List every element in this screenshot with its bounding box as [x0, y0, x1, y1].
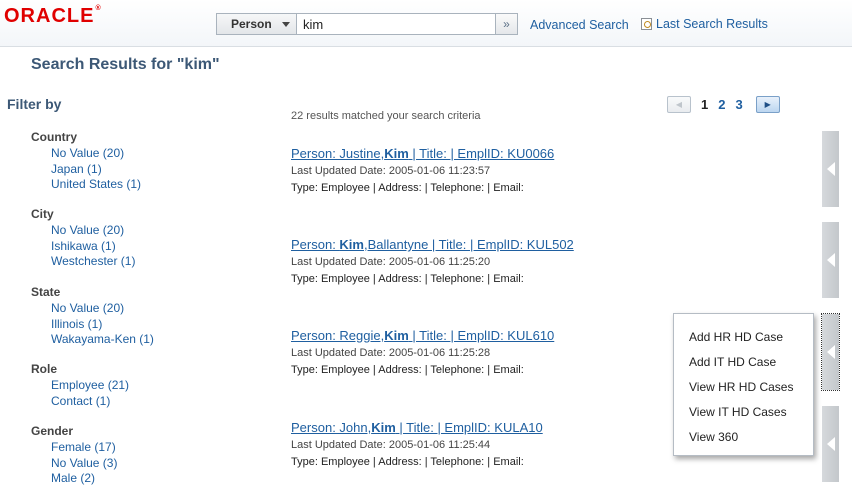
result-details: Type: Employee | Address: | Telephone: |… [291, 273, 524, 285]
filter-item[interactable]: Contact (1) [51, 394, 129, 410]
filter-group-title: Role [31, 362, 58, 376]
related-actions-tab[interactable] [822, 406, 839, 482]
filter-item[interactable]: No Value (20) [51, 301, 154, 317]
result-date: Last Updated Date: 2005-01-06 11:23:57 [291, 165, 491, 177]
filter-item[interactable]: No Value (20) [51, 146, 141, 162]
search-type-select[interactable]: Person [216, 13, 296, 35]
filter-item[interactable]: Illinois (1) [51, 317, 154, 333]
filter-item[interactable]: United States (1) [51, 177, 141, 193]
filter-group-gender: Gender Female (17) No Value (3) Male (2) [31, 424, 117, 487]
filter-item[interactable]: Wakayama-Ken (1) [51, 332, 154, 348]
last-search-results-label: Last Search Results [656, 17, 768, 31]
filter-item[interactable]: Male (2) [51, 471, 117, 487]
search-result: Person: Justine,Kim | Title: | EmplID: K… [291, 146, 554, 194]
header-bar: ORACLE® Person » Advanced Search Last Se… [0, 0, 852, 47]
page-number-current: 1 [701, 97, 709, 112]
double-chevron-right-icon: » [503, 17, 510, 31]
prev-page-button[interactable]: ◀ [667, 96, 691, 113]
search-type-label: Person [231, 17, 272, 31]
page-title: Search Results for "kim" [31, 56, 220, 73]
filter-group-state: State No Value (20) Illinois (1) Wakayam… [31, 285, 154, 348]
page-number-link[interactable]: 2 [718, 97, 725, 112]
page-number-link[interactable]: 3 [735, 97, 742, 112]
filter-item[interactable]: Westchester (1) [51, 254, 135, 270]
menu-item-add-it-hd-case[interactable]: Add IT HD Case [674, 350, 813, 375]
filter-item[interactable]: Japan (1) [51, 162, 141, 178]
filter-item[interactable]: Female (17) [51, 440, 117, 456]
related-actions-menu: Add HR HD Case Add IT HD Case View HR HD… [673, 313, 814, 456]
menu-item-view-it-hd-cases[interactable]: View IT HD Cases [674, 400, 813, 425]
oracle-logo: ORACLE® [4, 5, 101, 27]
result-details: Type: Employee | Address: | Telephone: |… [291, 456, 524, 468]
result-details: Type: Employee | Address: | Telephone: |… [291, 182, 524, 194]
triangle-left-icon [826, 253, 835, 267]
filter-group-title: Gender [31, 424, 74, 438]
search-bar: Person » [216, 13, 518, 35]
related-actions-tab[interactable] [822, 222, 839, 298]
filter-group-title: State [31, 285, 61, 299]
filter-item[interactable]: No Value (3) [51, 456, 117, 472]
next-page-button[interactable]: ▶ [755, 96, 780, 113]
triangle-left-icon [826, 437, 835, 451]
result-title-link[interactable]: Person: Kim,Ballantyne | Title: | EmplID… [291, 237, 574, 253]
result-date: Last Updated Date: 2005-01-06 11:25:20 [291, 256, 491, 268]
filter-group-country: Country No Value (20) Japan (1) United S… [31, 130, 141, 193]
result-title-link[interactable]: Person: Reggie,Kim | Title: | EmplID: KU… [291, 328, 554, 344]
filter-item[interactable]: No Value (20) [51, 223, 135, 239]
filter-group-title: City [31, 207, 54, 221]
filter-item[interactable]: Ishikawa (1) [51, 239, 135, 255]
filter-group-title: Country [31, 130, 77, 144]
match-count: 22 results matched your search criteria [291, 110, 481, 122]
filter-title: Filter by [7, 96, 62, 112]
menu-item-add-hr-hd-case[interactable]: Add HR HD Case [674, 325, 813, 350]
search-history-icon [641, 18, 652, 30]
filter-item[interactable]: Employee (21) [51, 378, 129, 394]
menu-item-view-360[interactable]: View 360 [674, 425, 813, 450]
chevron-down-icon [282, 21, 290, 27]
pagination: ◀ 1 2 3 ▶ [667, 96, 780, 113]
advanced-search-link[interactable]: Advanced Search [530, 18, 629, 32]
related-actions-tab-active[interactable] [821, 313, 840, 391]
search-input[interactable] [296, 13, 496, 35]
search-result: Person: John,Kim | Title: | EmplID: KULA… [291, 420, 543, 468]
result-date: Last Updated Date: 2005-01-06 11:25:44 [291, 439, 491, 451]
search-result: Person: Reggie,Kim | Title: | EmplID: KU… [291, 328, 554, 376]
search-go-button[interactable]: » [496, 13, 518, 35]
triangle-left-icon [826, 345, 835, 359]
search-result: Person: Kim,Ballantyne | Title: | EmplID… [291, 237, 574, 285]
filter-group-role: Role Employee (21) Contact (1) [31, 362, 129, 409]
triangle-left-icon [826, 162, 835, 176]
result-title-link[interactable]: Person: Justine,Kim | Title: | EmplID: K… [291, 146, 554, 162]
result-details: Type: Employee | Address: | Telephone: |… [291, 364, 524, 376]
chevron-left-icon: ◀ [675, 100, 683, 109]
result-date: Last Updated Date: 2005-01-06 11:25:28 [291, 347, 491, 359]
last-search-results-link[interactable]: Last Search Results [641, 17, 768, 31]
result-title-link[interactable]: Person: John,Kim | Title: | EmplID: KULA… [291, 420, 543, 436]
chevron-right-icon: ▶ [764, 100, 771, 109]
related-actions-tab[interactable] [822, 131, 839, 207]
menu-item-view-hr-hd-cases[interactable]: View HR HD Cases [674, 375, 813, 400]
filter-group-city: City No Value (20) Ishikawa (1) Westches… [31, 207, 135, 270]
